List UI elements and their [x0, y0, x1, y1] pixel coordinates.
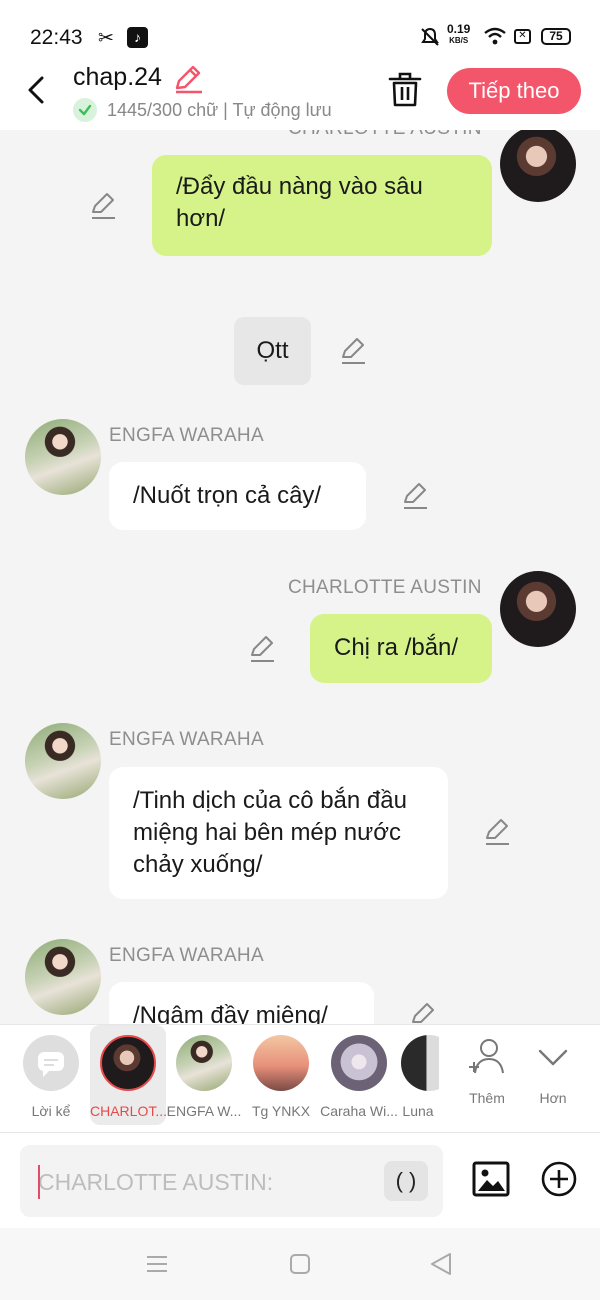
text-cursor — [38, 1165, 40, 1199]
character-label: Lời kể — [31, 1103, 71, 1119]
status-bar: 22:43 ✂ ♪ 0.19 KB/S ✕ 75 — [0, 0, 600, 60]
edit-message-icon[interactable] — [248, 635, 276, 663]
status-time: 22:43 — [30, 26, 83, 49]
chat-area[interactable]: CHARLOTTE AUSTIN /Đẩy đầu nàng vào sâu h… — [0, 130, 600, 1024]
message-bubble[interactable]: /Tinh dịch của cô bắn đầu miệng hai bên … — [109, 767, 448, 899]
add-label: Thêm — [469, 1090, 505, 1106]
network-speed-value: 0.19 — [447, 22, 471, 36]
character-selector: Lời kể CHARLOT... ENGFA W... Tg YNKX Car… — [0, 1024, 600, 1132]
chevron-down-icon — [538, 1049, 568, 1066]
character-label: CHARLOT... — [90, 1103, 166, 1119]
sender-name: ENGFA WARAHA — [109, 729, 264, 750]
character-label: Caraha Wi... — [320, 1103, 398, 1119]
character-tg[interactable]: Tg YNKX — [243, 1025, 319, 1125]
character-label: Tg YNKX — [251, 1103, 311, 1119]
back-button[interactable] — [22, 72, 54, 108]
network-speed: 0.19 KB/S — [447, 22, 471, 46]
caraha-avatar — [331, 1035, 387, 1091]
add-circle-icon[interactable] — [541, 1161, 577, 1197]
word-count-autosave: 1445/300 chữ | Tự động lưu — [107, 99, 332, 120]
message-bubble[interactable]: /Nuốt trọn cả cây/ — [109, 462, 366, 530]
editor-header: chap.24 1445/300 chữ | Tự động lưu Tiếp … — [0, 60, 600, 130]
narrator-avatar — [23, 1035, 79, 1091]
avatar-charlotte[interactable] — [500, 571, 576, 647]
character-narrator[interactable]: Lời kể — [14, 1025, 88, 1125]
engfa-avatar — [176, 1035, 232, 1091]
avatar-engfa[interactable] — [25, 939, 101, 1015]
trash-icon[interactable] — [386, 70, 424, 110]
tiktok-icon: ♪ — [127, 27, 148, 48]
avatar-engfa[interactable] — [25, 723, 101, 799]
avatar-engfa[interactable] — [25, 419, 101, 495]
sender-name: CHARLOTTE AUSTIN — [288, 130, 482, 140]
tg-avatar — [253, 1035, 309, 1091]
character-caraha[interactable]: Caraha Wi... — [319, 1025, 399, 1125]
character-label: ENGFA W... — [166, 1103, 242, 1119]
luna-avatar — [401, 1035, 439, 1091]
battery-icon: 75 — [541, 28, 571, 45]
image-icon[interactable] — [472, 1161, 510, 1197]
network-speed-unit: KB/S — [449, 36, 469, 45]
character-charlotte[interactable]: CHARLOT... — [90, 1025, 166, 1125]
edit-message-icon[interactable] — [483, 818, 511, 846]
wifi-icon — [484, 27, 506, 45]
add-person-icon — [469, 1039, 504, 1074]
message-bubble[interactable]: /Ngậm đầy miệng/ — [109, 982, 374, 1024]
character-luna[interactable]: Luna — [397, 1025, 439, 1125]
chapter-title: chap.24 — [73, 63, 162, 91]
system-nav-bar — [0, 1228, 600, 1300]
message-input[interactable]: CHARLOTTE AUSTIN: ( ) — [20, 1145, 443, 1217]
input-placeholder: CHARLOTTE AUSTIN: — [38, 1169, 274, 1195]
home-icon[interactable] — [290, 1254, 310, 1274]
sender-name: ENGFA WARAHA — [109, 425, 264, 446]
edit-message-icon[interactable] — [339, 337, 367, 365]
chat-bubble-icon — [38, 1052, 64, 1077]
narration-bubble[interactable]: Ọtt — [234, 317, 311, 385]
sender-name: CHARLOTTE AUSTIN — [288, 577, 482, 598]
more-characters-button[interactable]: Hơn — [518, 1035, 588, 1106]
edit-title-icon[interactable] — [172, 64, 204, 94]
next-button[interactable]: Tiếp theo — [447, 68, 581, 114]
message-bubble[interactable]: /Đẩy đầu nàng vào sâu hơn/ — [152, 155, 492, 256]
message-bubble[interactable]: Chị ra /bắn/ — [310, 614, 492, 683]
more-label: Hơn — [539, 1090, 567, 1106]
add-character-button[interactable]: Thêm — [452, 1035, 522, 1106]
avatar-charlotte[interactable] — [500, 130, 576, 202]
sim-off-icon: ✕ — [514, 29, 531, 44]
sender-name: ENGFA WARAHA — [109, 945, 264, 966]
recents-icon[interactable] — [146, 1254, 168, 1274]
edit-message-icon[interactable] — [401, 482, 429, 510]
back-triangle-icon[interactable] — [430, 1252, 452, 1276]
edit-message-icon[interactable] — [89, 192, 117, 220]
save-status: 1445/300 chữ | Tự động lưu — [73, 98, 332, 122]
charlotte-avatar — [100, 1035, 156, 1091]
check-icon — [73, 98, 97, 122]
capcut-icon: ✂ — [98, 28, 114, 49]
character-label: Luna — [402, 1103, 434, 1119]
composer: CHARLOTTE AUSTIN: ( ) — [0, 1132, 600, 1228]
parentheses-button[interactable]: ( ) — [384, 1161, 428, 1201]
edit-message-icon[interactable] — [409, 1002, 437, 1024]
bell-muted-icon — [421, 27, 439, 46]
character-engfa[interactable]: ENGFA W... — [166, 1025, 242, 1125]
